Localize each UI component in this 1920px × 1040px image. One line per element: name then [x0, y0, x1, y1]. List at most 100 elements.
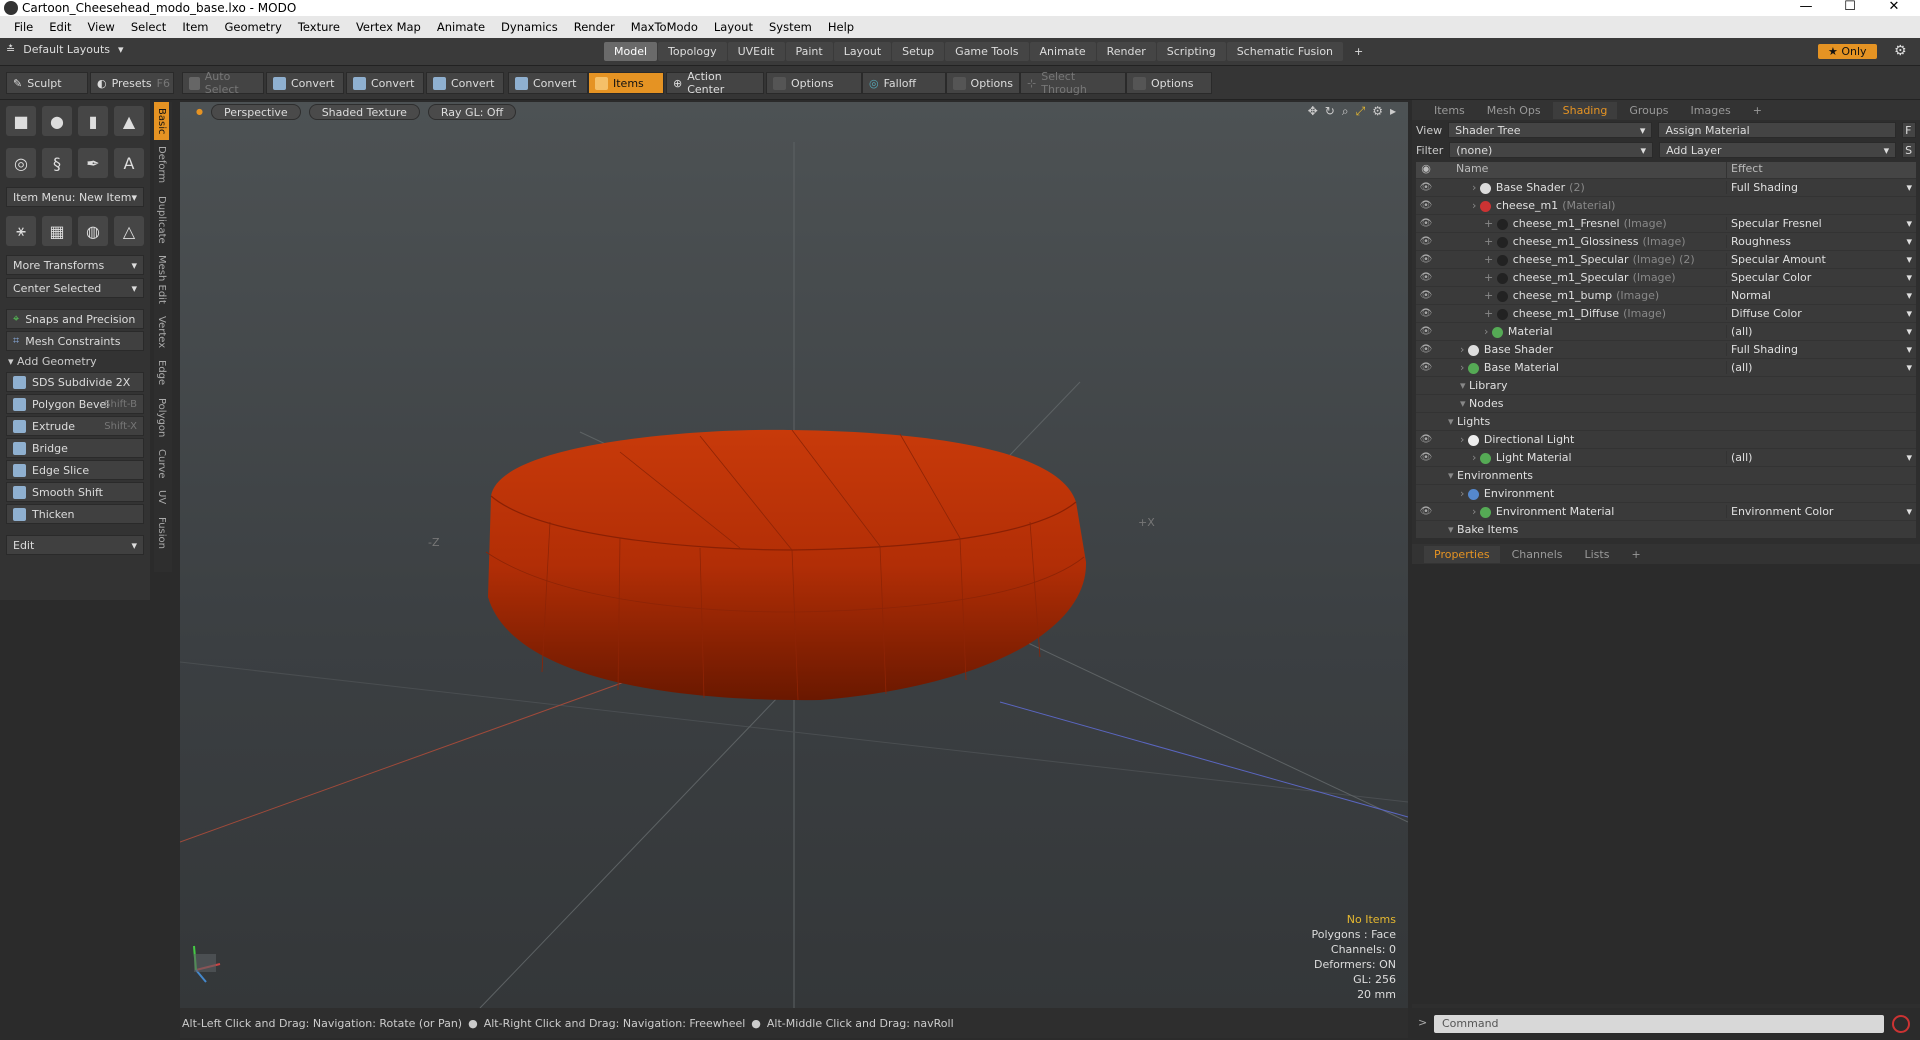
vtab-deform[interactable]: Deform — [154, 140, 169, 189]
panel-tab-images[interactable]: Images — [1681, 102, 1741, 119]
expand-icon[interactable]: + — [1484, 289, 1497, 302]
pan-icon[interactable]: ✥ — [1308, 104, 1318, 119]
tab-paint[interactable]: Paint — [785, 42, 833, 61]
menu-edit[interactable]: Edit — [41, 20, 79, 34]
effect-cell[interactable]: (all) ▾ — [1726, 361, 1916, 374]
close-icon[interactable]: ✕ — [1872, 0, 1916, 16]
gear-icon[interactable]: ⚙ — [1894, 43, 1907, 59]
tree-row[interactable]: › Environment — [1416, 484, 1916, 502]
tree-row[interactable]: 👁 + cheese_m1_Glossiness (Image) Roughness ▾ — [1416, 232, 1916, 250]
tree-row[interactable]: 👁 › Base Shader (2) Full Shading ▾ — [1416, 178, 1916, 196]
minimize-icon[interactable]: — — [1784, 0, 1828, 16]
tree-row[interactable]: 👁 › cheese_m1 (Material) — [1416, 196, 1916, 214]
vtab-duplicate[interactable]: Duplicate — [154, 190, 169, 250]
torus-icon[interactable]: ◎ — [6, 148, 36, 178]
eye-icon[interactable]: 👁 — [1416, 362, 1436, 373]
expand-icon[interactable]: + — [1484, 217, 1497, 230]
effect-cell[interactable]: Diffuse Color ▾ — [1726, 307, 1916, 320]
tree-row[interactable]: 👁 + cheese_m1_Fresnel (Image) Specular Fres… — [1416, 214, 1916, 232]
more-transforms-dropdown[interactable]: More Transforms ▾ — [6, 255, 144, 275]
tool-bridge[interactable]: Bridge — [6, 438, 144, 458]
eye-icon[interactable]: 👁 — [1416, 434, 1436, 445]
expand-icon[interactable]: + — [1484, 307, 1497, 320]
edit-dropdown[interactable]: Edit ▾ — [6, 535, 144, 555]
command-input[interactable]: Command — [1434, 1015, 1884, 1033]
menu-texture[interactable]: Texture — [290, 20, 348, 34]
maximize-icon[interactable]: ☐ — [1828, 0, 1872, 16]
eye-icon[interactable]: 👁 — [1416, 344, 1436, 355]
sculpt-button[interactable]: ✎ Sculpt — [6, 72, 88, 94]
center-selected-dropdown[interactable]: Center Selected ▾ — [6, 278, 144, 298]
expand-icon[interactable]: › — [1472, 505, 1480, 518]
tool-thicken[interactable]: Thicken — [6, 504, 144, 524]
view-dropdown[interactable]: Shader Tree ▾ — [1448, 122, 1653, 138]
expand-icon[interactable]: + — [1484, 235, 1497, 248]
expand-icon[interactable]: › — [1460, 343, 1468, 356]
tab-scripting[interactable]: Scripting — [1156, 42, 1226, 61]
tree-row[interactable]: ▾ Nodes — [1416, 394, 1916, 412]
convert-vertices-button[interactable]: Convert — [266, 72, 344, 94]
transform-icon[interactable]: ⚹ — [6, 216, 36, 246]
presets-button[interactable]: ◐ Presets F6 — [90, 72, 174, 94]
zoom-icon[interactable]: ⌕ — [1342, 104, 1349, 119]
cheese-mesh[interactable] — [485, 429, 1087, 701]
vtab-polygon[interactable]: Polygon — [154, 392, 169, 443]
vtab-mesh-edit[interactable]: Mesh Edit — [154, 249, 169, 310]
menu-view[interactable]: View — [80, 20, 123, 34]
effect-cell[interactable]: Environment Color ▾ — [1726, 505, 1916, 518]
tree-row[interactable]: 👁 + cheese_m1_Specular (Image) Specular Col… — [1416, 268, 1916, 286]
effect-cell[interactable]: (all) ▾ — [1726, 325, 1916, 338]
tool-polygon-bevel[interactable]: Polygon Bevel Shift-B — [6, 394, 144, 414]
cube-icon[interactable]: ■ — [6, 106, 36, 136]
expand-icon[interactable]: ▾ — [1448, 523, 1457, 536]
pyramid-icon[interactable]: △ — [114, 216, 144, 246]
eye-icon[interactable]: 👁 — [1416, 326, 1436, 337]
eye-icon[interactable]: 👁 — [1416, 236, 1436, 247]
convert-materials-button[interactable]: Convert — [508, 72, 588, 94]
tab-schematic-fusion[interactable]: Schematic Fusion — [1226, 42, 1344, 61]
viewport-menu-icon[interactable]: ● — [196, 104, 203, 120]
lower-tab-channels[interactable]: Channels — [1502, 546, 1573, 563]
expand-icon[interactable]: ▸ — [1390, 104, 1396, 119]
vtab-uv[interactable]: UV — [154, 484, 169, 510]
expand-icon[interactable]: + — [1484, 253, 1497, 266]
lower-tab-lists[interactable]: Lists — [1575, 546, 1620, 563]
shaded-texture-button[interactable]: Shaded Texture — [308, 104, 420, 120]
vtab-curve[interactable]: Curve — [154, 443, 169, 485]
lower-tab-properties[interactable]: Properties — [1424, 545, 1500, 563]
select-through-button[interactable]: ⊹ Select Through — [1020, 70, 1126, 96]
globe-icon[interactable]: ◍ — [78, 216, 108, 246]
effect-column-header[interactable]: Effect — [1726, 162, 1916, 178]
tree-row[interactable]: ▾ Environments — [1416, 466, 1916, 484]
grid-icon[interactable]: ▦ — [42, 216, 72, 246]
viewport-settings-icon[interactable]: ⚙ — [1372, 104, 1383, 119]
tree-row[interactable]: 👁 › Light Material (all) ▾ — [1416, 448, 1916, 466]
effect-cell[interactable]: Roughness ▾ — [1726, 235, 1916, 248]
record-icon[interactable] — [1892, 1015, 1910, 1033]
effect-cell[interactable]: Specular Fresnel ▾ — [1726, 217, 1916, 230]
expand-icon[interactable]: › — [1472, 199, 1480, 212]
menu-help[interactable]: Help — [820, 20, 862, 34]
menu-layout[interactable]: Layout — [706, 20, 761, 34]
action-center-button[interactable]: ⊕ Action Center — [666, 70, 764, 96]
expand-icon[interactable]: ▾ — [1448, 469, 1457, 482]
effect-cell[interactable]: Specular Amount ▾ — [1726, 253, 1916, 266]
snaps-precision-button[interactable]: ⌖ Snaps and Precision — [6, 309, 144, 329]
eye-icon[interactable]: 👁 — [1416, 200, 1436, 211]
assign-material-button[interactable]: Assign Material — [1658, 122, 1897, 138]
effect-cell[interactable]: Full Shading ▾ — [1726, 181, 1916, 194]
eye-icon[interactable]: 👁 — [1416, 272, 1436, 283]
vtab-basic[interactable]: Basic — [154, 102, 169, 141]
tab-setup[interactable]: Setup — [892, 42, 945, 61]
eye-icon[interactable]: 👁 — [1416, 308, 1436, 319]
items-mode-button[interactable]: Items — [588, 72, 664, 94]
menu-dynamics[interactable]: Dynamics — [493, 20, 566, 34]
effect-cell[interactable]: Normal ▾ — [1726, 289, 1916, 302]
falloff-button[interactable]: ◎ Falloff — [862, 72, 946, 94]
convert-polygons-button[interactable]: Convert — [426, 72, 504, 94]
vtab-fusion[interactable]: Fusion — [154, 511, 169, 555]
select-options-button[interactable]: Options — [1126, 72, 1212, 94]
expand-icon[interactable]: › — [1460, 361, 1468, 374]
text-icon[interactable]: A — [114, 148, 144, 178]
tree-row[interactable]: ▾ Bake Items — [1416, 520, 1916, 538]
